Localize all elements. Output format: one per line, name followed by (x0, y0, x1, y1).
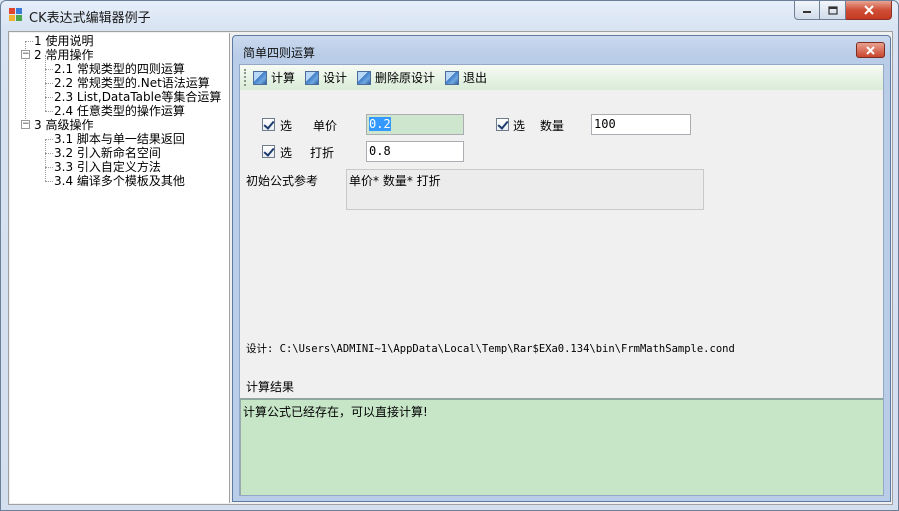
collapse-icon[interactable]: − (21, 50, 30, 59)
collapse-icon[interactable]: − (21, 120, 30, 129)
design-path-label: 设计: C:\Users\ADMINI~1\AppData\Local\Temp… (246, 343, 735, 355)
picture-icon (445, 70, 460, 85)
child-window-title: 简单四则运算 (243, 46, 316, 60)
delete-design-label: 删除原设计 (375, 71, 436, 85)
price-input[interactable]: 0.2 (366, 114, 464, 135)
tree-item-label: 3.4 编译多个模板及其他 (54, 174, 185, 188)
qty-check-label: 选 (513, 119, 526, 133)
tree-item-2-3[interactable]: 2.3 List,DataTable等集合运算 (54, 90, 221, 104)
tree-item-advanced[interactable]: 3 高级操作 (34, 118, 93, 132)
child-client-area: 计算 设计 删除原设计 退出 选 单价 0.2 选 数量 100 选 打折 0.… (239, 64, 884, 496)
calc-button[interactable]: 计算 (253, 68, 295, 88)
calc-label: 计算 (271, 71, 296, 85)
toolbar-grip[interactable] (244, 69, 247, 86)
price-label: 单价 (313, 119, 338, 133)
result-textarea[interactable]: 计算公式已经存在，可以直接计算! (240, 398, 883, 495)
picture-icon (305, 70, 320, 85)
formula-value: 单价* 数量* 打折 (349, 174, 441, 188)
child-window: 简单四则运算 计算 设计 删除原设计 退出 选 单价 0.2 选 数量 100 … (232, 35, 891, 502)
tree-connector (45, 167, 53, 168)
minimize-icon (803, 11, 811, 13)
tree-item-label: 3.3 引入自定义方法 (54, 160, 161, 174)
mdi-area: 简单四则运算 计算 设计 删除原设计 退出 选 单价 0.2 选 数量 100 … (232, 33, 892, 503)
toolbar: 计算 设计 删除原设计 退出 (240, 65, 883, 90)
tree-connector (45, 153, 53, 154)
discount-check-label: 选 (280, 146, 293, 160)
qty-label: 数量 (540, 119, 565, 133)
result-label: 计算结果 (246, 380, 295, 394)
minimize-button[interactable] (794, 1, 820, 20)
tree-item-2-2[interactable]: 2.2 常规类型的.Net语法运算 (54, 76, 210, 90)
tree-item-2-1[interactable]: 2.1 常规类型的四则运算 (54, 62, 185, 76)
close-button[interactable] (846, 1, 892, 20)
tree-item-usage[interactable]: 1 使用说明 (34, 34, 93, 48)
picture-icon (253, 70, 267, 85)
client-area: 1 使用说明 − 2 常用操作 2.1 常规类型的四则运算 2.2 常规类型的.… (8, 31, 893, 505)
app-icon (9, 8, 23, 22)
formula-label: 初始公式参考 (246, 174, 319, 188)
main-window: CK表达式编辑器例子 1 使用说明 − 2 常用操作 2.1 常规类型的四则运算… (0, 0, 899, 511)
qty-checkbox[interactable] (496, 118, 509, 131)
tree-item-label: 1 使用说明 (34, 34, 94, 48)
price-value: 0.2 (369, 117, 391, 131)
tree-item-label: 2.2 常规类型的.Net语法运算 (54, 76, 210, 90)
discount-label: 打折 (310, 146, 335, 160)
tree-item-3-3[interactable]: 3.3 引入自定义方法 (54, 160, 161, 174)
tree-connector (45, 139, 53, 140)
nav-tree[interactable]: 1 使用说明 − 2 常用操作 2.1 常规类型的四则运算 2.2 常规类型的.… (10, 33, 230, 503)
maximize-icon (827, 5, 838, 15)
tree-item-common[interactable]: 2 常用操作 (34, 48, 93, 62)
tree-connector (45, 97, 53, 98)
tree-item-label: 3.2 引入新命名空间 (54, 146, 161, 160)
tree-item-3-2[interactable]: 3.2 引入新命名空间 (54, 146, 161, 160)
delete-design-button[interactable]: 删除原设计 (357, 68, 435, 88)
tree-item-label: 2.4 任意类型的操作运算 (54, 104, 185, 118)
tree-connector (45, 69, 53, 70)
design-button[interactable]: 设计 (305, 68, 347, 88)
tree-item-3-4[interactable]: 3.4 编译多个模板及其他 (54, 174, 185, 188)
close-icon (863, 5, 874, 15)
window-title: CK表达式编辑器例子 (29, 11, 151, 26)
price-check-label: 选 (280, 119, 293, 133)
discount-value: 0.8 (369, 144, 391, 158)
design-label: 设计 (323, 71, 348, 85)
tree-item-2-4[interactable]: 2.4 任意类型的操作运算 (54, 104, 185, 118)
discount-checkbox[interactable] (262, 145, 275, 158)
result-value: 计算公式已经存在，可以直接计算! (243, 405, 428, 419)
tree-item-label: 2.3 List,DataTable等集合运算 (54, 90, 222, 104)
qty-input[interactable]: 100 (591, 114, 691, 135)
maximize-button[interactable] (820, 1, 846, 20)
tree-connector (25, 41, 33, 42)
price-checkbox[interactable] (262, 118, 275, 131)
tree-item-3-1[interactable]: 3.1 脚本与单一结果返回 (54, 132, 185, 146)
title-bar[interactable]: CK表达式编辑器例子 (1, 1, 898, 29)
tree-connector (45, 83, 53, 84)
tree-item-label: 3 高级操作 (34, 118, 94, 132)
tree-connector (45, 181, 53, 182)
tree-connector (45, 139, 46, 181)
discount-input[interactable]: 0.8 (366, 141, 464, 162)
close-icon (866, 45, 875, 55)
tree-connector (45, 111, 53, 112)
formula-box[interactable]: 单价* 数量* 打折 (346, 169, 704, 210)
exit-label: 退出 (463, 71, 488, 85)
tree-item-label: 3.1 脚本与单一结果返回 (54, 132, 185, 146)
tree-item-label: 2.1 常规类型的四则运算 (54, 62, 185, 76)
qty-value: 100 (594, 117, 616, 131)
child-close-button[interactable] (856, 42, 885, 58)
picture-icon (357, 70, 372, 85)
exit-button[interactable]: 退出 (445, 68, 487, 88)
tree-item-label: 2 常用操作 (34, 48, 94, 62)
